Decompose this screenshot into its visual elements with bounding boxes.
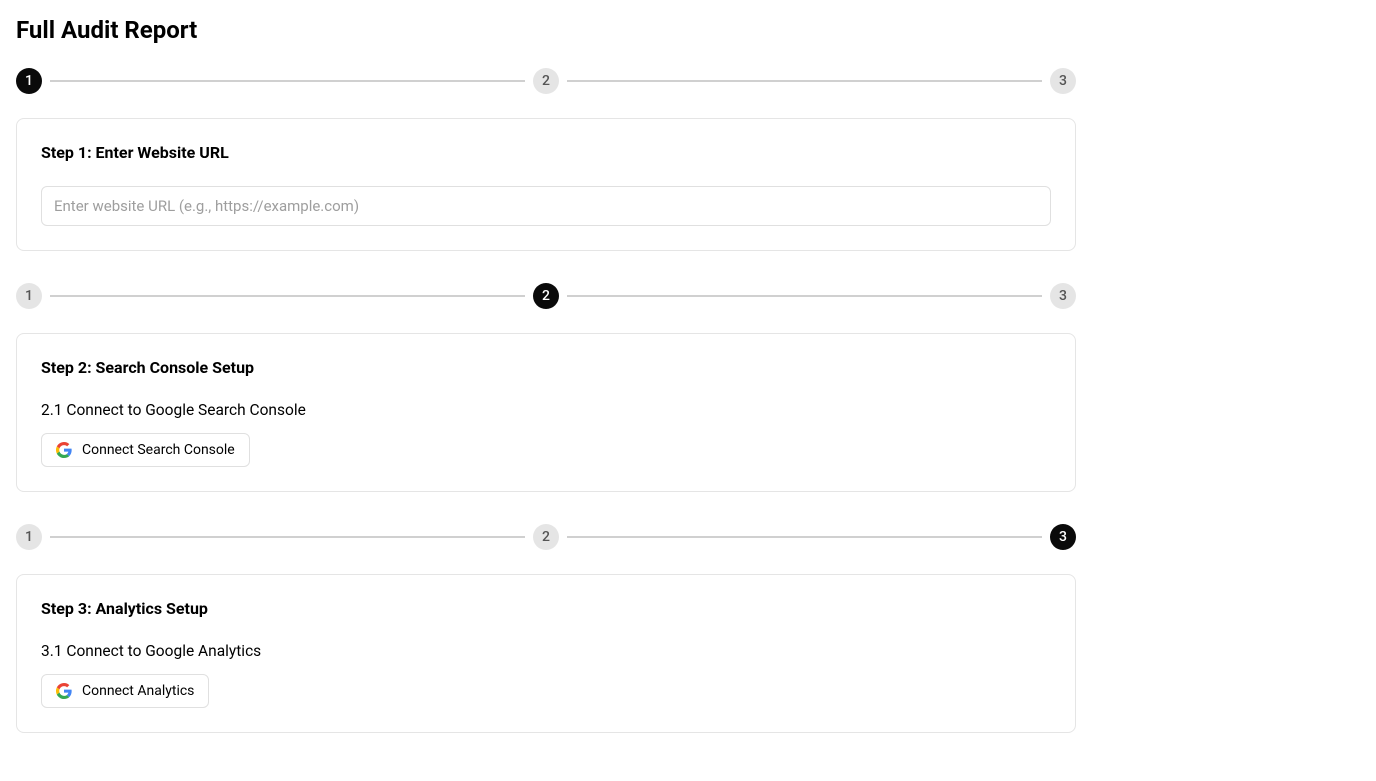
step-2-card: Step 2: Search Console Setup 2.1 Connect… [16, 333, 1076, 492]
stepper-connector [567, 295, 1042, 297]
stepper-3-step-1: 1 [16, 524, 42, 550]
page-title: Full Audit Report [16, 16, 1076, 44]
stepper-1-step-3: 3 [1050, 68, 1076, 94]
stepper-connector [50, 80, 525, 82]
step-1-title: Step 1: Enter Website URL [41, 143, 1051, 162]
stepper-connector [50, 536, 525, 538]
step-3-title: Step 3: Analytics Setup [41, 599, 1051, 618]
stepper-connector [567, 536, 1042, 538]
connect-analytics-button[interactable]: Connect Analytics [41, 674, 209, 708]
stepper-2-step-1: 1 [16, 283, 42, 309]
stepper-bar-2: 1 2 3 [16, 283, 1076, 309]
stepper-3-step-2: 2 [533, 524, 559, 550]
stepper-2-step-2: 2 [533, 283, 559, 309]
stepper-connector [567, 80, 1042, 82]
stepper-1-step-1: 1 [16, 68, 42, 94]
stepper-connector [50, 295, 525, 297]
stepper-3-step-3: 3 [1050, 524, 1076, 550]
connect-search-console-button[interactable]: Connect Search Console [41, 433, 250, 467]
stepper-2-step-3: 3 [1050, 283, 1076, 309]
step-2-title: Step 2: Search Console Setup [41, 358, 1051, 377]
step-3-card: Step 3: Analytics Setup 3.1 Connect to G… [16, 574, 1076, 733]
stepper-bar-3: 1 2 3 [16, 524, 1076, 550]
website-url-input[interactable] [41, 186, 1051, 226]
connect-search-console-label: Connect Search Console [82, 442, 235, 458]
stepper-1-step-2: 2 [533, 68, 559, 94]
step-1-card: Step 1: Enter Website URL [16, 118, 1076, 251]
step-3-sub-label: 3.1 Connect to Google Analytics [41, 642, 1051, 660]
google-icon [56, 683, 72, 699]
step-2-sub-label: 2.1 Connect to Google Search Console [41, 401, 1051, 419]
connect-analytics-label: Connect Analytics [82, 683, 194, 699]
google-icon [56, 442, 72, 458]
stepper-bar-1: 1 2 3 [16, 68, 1076, 94]
